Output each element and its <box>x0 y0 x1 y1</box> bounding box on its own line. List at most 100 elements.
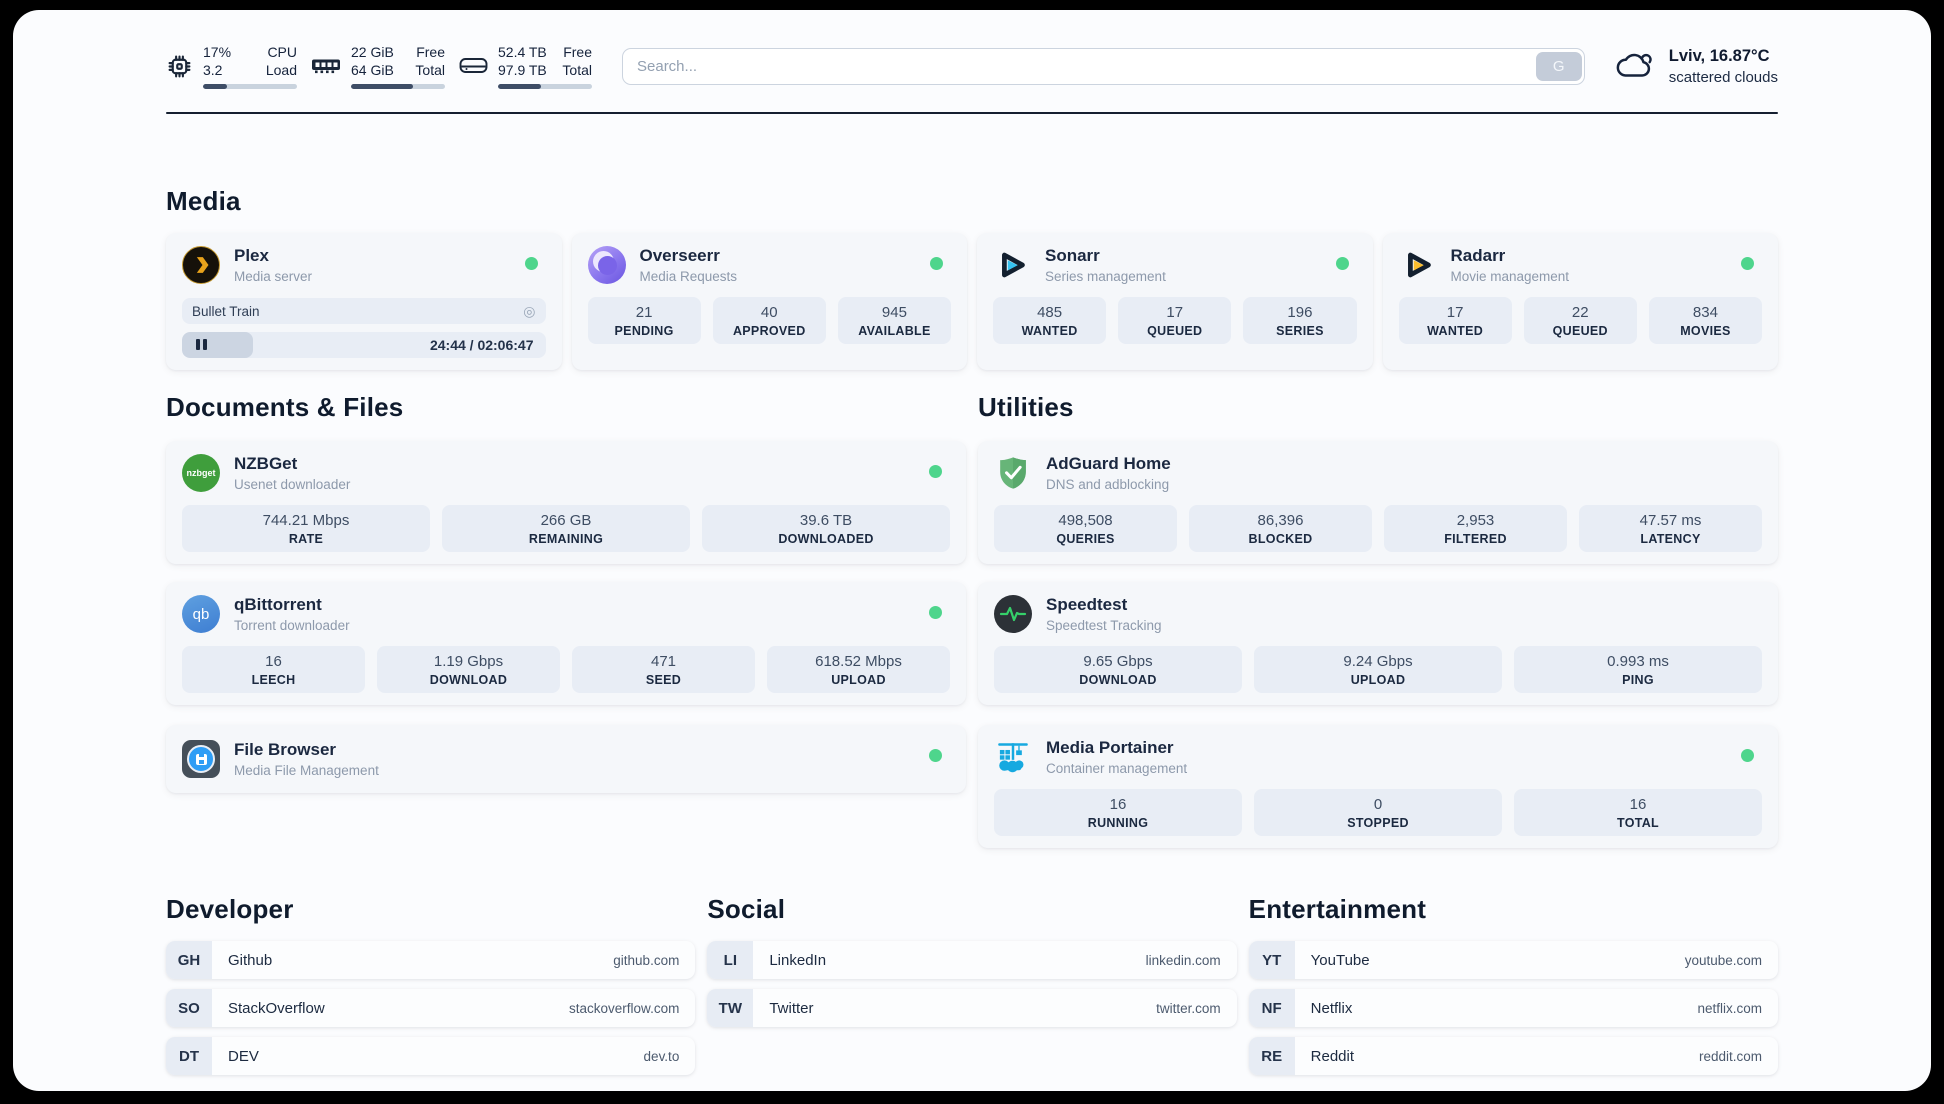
stat-ping: 0.993 ms PING <box>1514 646 1762 693</box>
app-card-nzbget[interactable]: nzbget NZBGet Usenet downloader 744.21 M… <box>166 441 966 564</box>
app-card-filebrowser[interactable]: File Browser Media File Management <box>166 725 966 793</box>
stat-upload: 9.24 Gbps UPLOAD <box>1254 646 1502 693</box>
stat-running: 16 RUNNING <box>994 789 1242 836</box>
now-playing-bar: Bullet Train ◎ <box>182 298 546 324</box>
stat-rate: 744.21 Mbps RATE <box>182 505 430 552</box>
link-row-dev[interactable]: DT DEV dev.to <box>166 1037 696 1075</box>
link-row-stackoverflow[interactable]: SO StackOverflow stackoverflow.com <box>166 989 696 1027</box>
filebrowser-icon <box>182 740 220 778</box>
link-badge: NF <box>1248 989 1295 1027</box>
app-description: Torrent downloader <box>234 618 350 633</box>
search-input[interactable] <box>625 57 1536 75</box>
link-url: stackoverflow.com <box>569 1000 680 1016</box>
link-name: Github <box>228 951 273 969</box>
link-row-netflix[interactable]: NF Netflix netflix.com <box>1248 989 1778 1027</box>
app-name: AdGuard Home <box>1046 454 1171 473</box>
link-url: youtube.com <box>1684 952 1762 968</box>
link-row-reddit[interactable]: RE Reddit reddit.com <box>1248 1037 1778 1075</box>
stat-download: 9.65 Gbps DOWNLOAD <box>994 646 1242 693</box>
header-divider <box>166 112 1778 114</box>
app-card-portainer[interactable]: Media Portainer Container management 16 … <box>978 725 1778 848</box>
app-name: File Browser <box>234 740 337 759</box>
stat-queued: 17 QUEUED <box>1118 297 1232 344</box>
playback-progress-bar: 24:44 / 02:06:47 <box>182 332 546 358</box>
cpu-stat: 17% 3.2 CPU Load <box>166 43 297 89</box>
section-title-media: Media <box>166 186 241 216</box>
stat-upload: 618.52 Mbps UPLOAD <box>767 646 950 693</box>
header: 17% 3.2 CPU Load 22 GiB 64 GiB Free Tota… <box>166 36 1778 96</box>
status-online-dot <box>1335 257 1349 270</box>
disk-label-1: Free <box>563 44 592 60</box>
cloud-icon <box>1615 47 1657 86</box>
link-badge: SO <box>166 989 212 1027</box>
search-engine-button[interactable]: G <box>1535 51 1582 81</box>
playback-time: 24:44 / 02:06:47 <box>429 337 534 353</box>
stat-latency: 47.57 ms LATENCY <box>1579 505 1762 552</box>
app-card-plex[interactable]: Plex Media server Bullet Train ◎ 24:44 /… <box>166 233 562 370</box>
stat-available: 945 AVAILABLE <box>837 297 952 344</box>
status-online-dot <box>1741 749 1754 762</box>
section-title-developer: Developer <box>166 894 294 924</box>
documents-column: Documents & Files nzbget NZBGet Usenet d… <box>166 392 966 848</box>
ram-label-1: Free <box>416 44 445 60</box>
link-url: twitter.com <box>1156 1000 1221 1016</box>
stat-wanted: 485 WANTED <box>993 297 1107 344</box>
stat-wanted: 17 WANTED <box>1398 297 1512 344</box>
ram-value-free: 22 GiB <box>351 44 394 60</box>
link-badge: GH <box>166 941 212 979</box>
app-card-radarr[interactable]: Radarr Movie management 17 WANTED 22 QUE… <box>1382 233 1778 370</box>
disk-progress-track <box>498 84 592 89</box>
links-column-developer: Developer GH Github github.com SO StackO… <box>166 894 696 1075</box>
stat-downloaded: 39.6 TB DOWNLOADED <box>702 505 950 552</box>
cpu-label-2: Load <box>265 62 297 78</box>
section-title-entertainment: Entertainment <box>1248 894 1427 924</box>
app-description: DNS and adblocking <box>1046 477 1170 492</box>
playback-progress-fill <box>182 332 253 358</box>
link-row-github[interactable]: GH Github github.com <box>166 941 696 979</box>
stat-filtered: 2,953 FILTERED <box>1384 505 1567 552</box>
disk-progress-fill <box>498 84 542 89</box>
ram-progress-fill <box>351 84 414 89</box>
disk-value-total: 97.9 TB <box>498 62 547 78</box>
app-description: Media Requests <box>639 269 738 284</box>
app-card-qbittorrent[interactable]: qb qBittorrent Torrent downloader 16 LEE… <box>166 582 966 705</box>
app-card-speedtest[interactable]: Speedtest Speedtest Tracking 9.65 Gbps D… <box>978 582 1778 705</box>
link-row-youtube[interactable]: YT YouTube youtube.com <box>1248 941 1778 979</box>
link-row-linkedin[interactable]: LI LinkedIn linkedin.com <box>707 941 1237 979</box>
stat-blocked: 86,396 BLOCKED <box>1189 505 1372 552</box>
now-playing-cast-icon[interactable]: ◎ <box>523 304 535 318</box>
status-online-dot <box>929 606 942 619</box>
pause-icon[interactable] <box>194 339 208 351</box>
status-online-dot <box>930 257 943 270</box>
app-description: Usenet downloader <box>234 477 351 492</box>
link-url: netflix.com <box>1697 1000 1762 1016</box>
radarr-icon <box>1399 246 1437 284</box>
stat-remaining: 266 GB REMAINING <box>442 505 690 552</box>
adguard-shield-icon <box>994 454 1032 492</box>
dashboard-panel: 17% 3.2 CPU Load 22 GiB 64 GiB Free Tota… <box>13 10 1931 1091</box>
app-card-sonarr[interactable]: Sonarr Series management 485 WANTED 17 Q… <box>977 233 1373 370</box>
cpu-progress-track <box>203 84 297 89</box>
app-description: Movie management <box>1450 269 1570 284</box>
section-title-documents: Documents & Files <box>166 392 404 422</box>
link-badge: RE <box>1248 1037 1295 1075</box>
section-title-utilities: Utilities <box>978 392 1074 422</box>
status-online-dot <box>929 465 942 478</box>
link-url: dev.to <box>643 1048 680 1064</box>
nzbget-icon: nzbget <box>182 454 220 492</box>
link-name: LinkedIn <box>769 951 827 969</box>
stat-approved: 40 APPROVED <box>712 297 826 344</box>
app-card-overseerr[interactable]: Overseerr Media Requests 21 PENDING 40 A… <box>571 233 967 370</box>
app-name: Sonarr <box>1045 246 1100 265</box>
weather-condition: scattered clouds <box>1668 68 1778 86</box>
app-description: Series management <box>1045 269 1166 284</box>
cpu-icon <box>166 53 193 80</box>
link-row-twitter[interactable]: TW Twitter twitter.com <box>707 989 1237 1027</box>
app-description: Speedtest Tracking <box>1046 618 1162 633</box>
status-online-dot <box>524 257 538 270</box>
links-column-social: Social LI LinkedIn linkedin.com TW Twitt… <box>707 894 1237 1075</box>
stat-series: 196 SERIES <box>1243 297 1357 344</box>
app-card-adguard[interactable]: AdGuard Home DNS and adblocking 498,508 … <box>978 441 1778 564</box>
ram-progress-track <box>351 84 445 89</box>
link-name: DEV <box>228 1047 259 1065</box>
